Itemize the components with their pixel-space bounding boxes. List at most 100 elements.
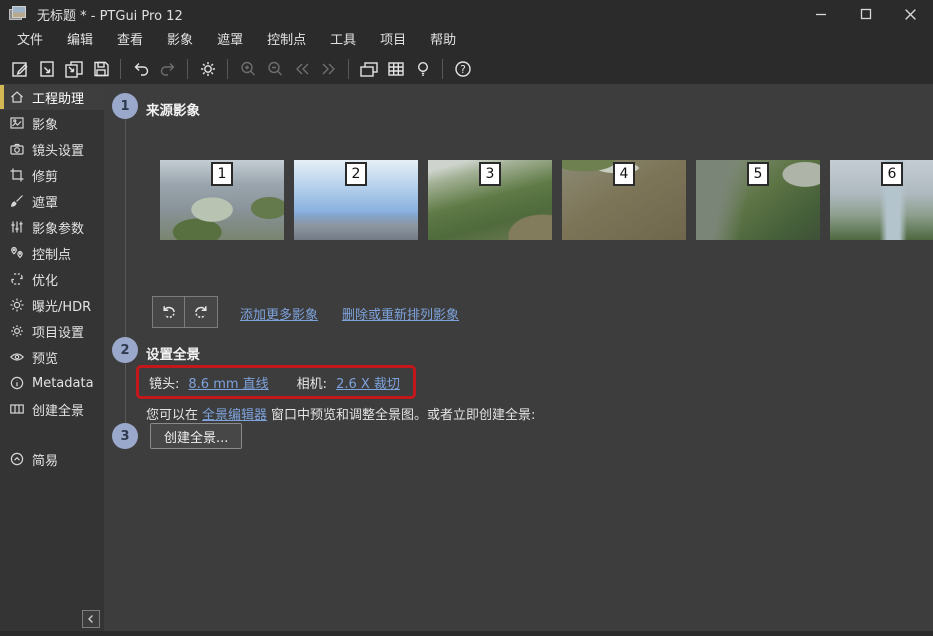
camera-label: 相机: <box>297 373 327 392</box>
sidebar-item-exposure-hdr[interactable]: 曝光/HDR <box>0 292 104 318</box>
light-bulb-icon[interactable] <box>409 56 436 82</box>
lens-label: 镜头: <box>149 373 179 392</box>
crop-icon <box>9 167 25 183</box>
sun-icon <box>9 297 25 313</box>
panorama-icon <box>9 401 25 417</box>
titlebar: 无标题 * - PTGui Pro 12 <box>0 0 933 28</box>
rotate-left-button[interactable] <box>152 296 185 328</box>
source-image-thumbnail[interactable]: 1 <box>160 160 284 240</box>
sidebar-item-label: 修剪 <box>32 166 58 185</box>
panorama-editor-link[interactable]: 全景编辑器 <box>202 408 267 423</box>
brush-icon <box>9 193 25 209</box>
sidebar-item-metadata[interactable]: Metadata <box>0 370 104 396</box>
source-image-thumbnail[interactable]: 3 <box>428 160 552 240</box>
rotate-right-button[interactable] <box>185 296 218 328</box>
rotate-buttons <box>152 296 218 328</box>
image-number-badge: 6 <box>881 162 903 186</box>
lens-value-link[interactable]: 8.6 mm 直线 <box>188 373 268 392</box>
bottom-strip <box>0 631 933 636</box>
sidebar-collapse-button[interactable] <box>82 610 100 628</box>
image-number-badge: 3 <box>479 162 501 186</box>
menu-images[interactable]: 影象 <box>155 28 205 54</box>
minimize-icon <box>815 8 827 20</box>
sidebar-item-label: 简易 <box>32 450 58 469</box>
source-image-thumbnail[interactable]: 5 <box>696 160 820 240</box>
undo-icon[interactable] <box>127 56 154 82</box>
new-project-icon[interactable] <box>6 56 33 82</box>
sidebar-item-project-assistant[interactable]: 工程助理 <box>0 84 104 110</box>
sidebar-item-label: 影象参数 <box>32 218 84 237</box>
step1-title: 来源影象 <box>146 99 200 119</box>
settings-gear-icon[interactable] <box>194 56 221 82</box>
close-icon <box>904 8 917 21</box>
menu-tools[interactable]: 工具 <box>318 28 368 54</box>
menu-project[interactable]: 项目 <box>368 28 418 54</box>
sidebar-item-control-points[interactable]: 控制点 <box>0 240 104 266</box>
sidebar-item-label: 优化 <box>32 270 58 289</box>
menu-file[interactable]: 文件 <box>5 28 55 54</box>
sidebar-item-project-settings[interactable]: 项目设置 <box>0 318 104 344</box>
step1-circle: 1 <box>112 93 138 119</box>
step2-title: 设置全景 <box>146 343 200 363</box>
source-image-thumbnail[interactable]: 2 <box>294 160 418 240</box>
sidebar-item-lens-settings[interactable]: 镜头设置 <box>0 136 104 162</box>
maximize-icon <box>860 8 872 20</box>
sliders-icon <box>9 219 25 235</box>
sidebar-item-mask[interactable]: 遮罩 <box>0 188 104 214</box>
camera-value-link[interactable]: 2.6 X 裁切 <box>336 373 400 392</box>
lens-camera-highlight-box: 镜头: 8.6 mm 直线 相机: 2.6 X 裁切 <box>136 365 416 399</box>
add-more-images-link[interactable]: 添加更多影象 <box>240 304 318 323</box>
help-icon[interactable]: ? <box>449 56 476 82</box>
info-icon <box>9 375 25 391</box>
window-controls <box>798 0 933 28</box>
gear-icon <box>9 323 25 339</box>
source-image-thumbnail[interactable]: 6 <box>830 160 933 240</box>
sidebar-item-create-panorama[interactable]: 创建全景 <box>0 396 104 422</box>
chevron-up-circle-icon <box>9 451 25 467</box>
sidebar-item-image-parameters[interactable]: 影象参数 <box>0 214 104 240</box>
app-icon <box>9 6 27 22</box>
sidebar: 工程助理 影象 镜头设置 修剪 遮罩 影象参数 <box>0 84 104 631</box>
home-icon <box>9 89 25 105</box>
optimize-arrows-icon <box>9 271 25 287</box>
ptgui-window: 无标题 * - PTGui Pro 12 文件 编辑 查看 影象 遮罩 控制点 … <box>0 0 933 636</box>
menu-mask[interactable]: 遮罩 <box>205 28 255 54</box>
menu-help[interactable]: 帮助 <box>418 28 468 54</box>
sidebar-item-label: 镜头设置 <box>32 140 84 159</box>
image-number-badge: 1 <box>211 162 233 186</box>
open-copy-icon[interactable] <box>60 56 87 82</box>
detail-viewer-icon[interactable] <box>382 56 409 82</box>
panorama-editor-icon[interactable] <box>355 56 382 82</box>
sidebar-item-preview[interactable]: 预览 <box>0 344 104 370</box>
menubar: 文件 编辑 查看 影象 遮罩 控制点 工具 项目 帮助 <box>0 28 933 54</box>
redo-icon <box>154 56 181 82</box>
maximize-button[interactable] <box>843 0 888 28</box>
sidebar-item-label: 创建全景 <box>32 400 84 419</box>
save-project-icon[interactable] <box>87 56 114 82</box>
rotate-cw-icon <box>192 303 210 321</box>
camera-icon <box>9 141 25 157</box>
source-image-thumbnail[interactable]: 4 <box>562 160 686 240</box>
sidebar-item-label: 遮罩 <box>32 192 58 211</box>
sidebar-item-images[interactable]: 影象 <box>0 110 104 136</box>
image-number-badge: 4 <box>613 162 635 186</box>
open-project-icon[interactable] <box>33 56 60 82</box>
toolbar-separator <box>227 59 228 79</box>
create-panorama-button[interactable]: 创建全景... <box>150 423 242 449</box>
window-title: 无标题 * - PTGui Pro 12 <box>37 5 183 24</box>
toolbar-separator <box>187 59 188 79</box>
menu-edit[interactable]: 编辑 <box>55 28 105 54</box>
menu-view[interactable]: 查看 <box>105 28 155 54</box>
previous-image-icon <box>288 56 315 82</box>
sidebar-item-optimize[interactable]: 优化 <box>0 266 104 292</box>
minimize-button[interactable] <box>798 0 843 28</box>
menu-control-points[interactable]: 控制点 <box>255 28 318 54</box>
image-icon <box>9 115 25 131</box>
remove-rearrange-images-link[interactable]: 删除或重新排列影象 <box>342 304 459 323</box>
zoom-in-icon <box>234 56 261 82</box>
sidebar-item-crop[interactable]: 修剪 <box>0 162 104 188</box>
step-connector-line <box>125 106 126 436</box>
rotate-ccw-icon <box>160 303 178 321</box>
close-button[interactable] <box>888 0 933 28</box>
sidebar-item-simple-mode[interactable]: 简易 <box>0 446 104 472</box>
